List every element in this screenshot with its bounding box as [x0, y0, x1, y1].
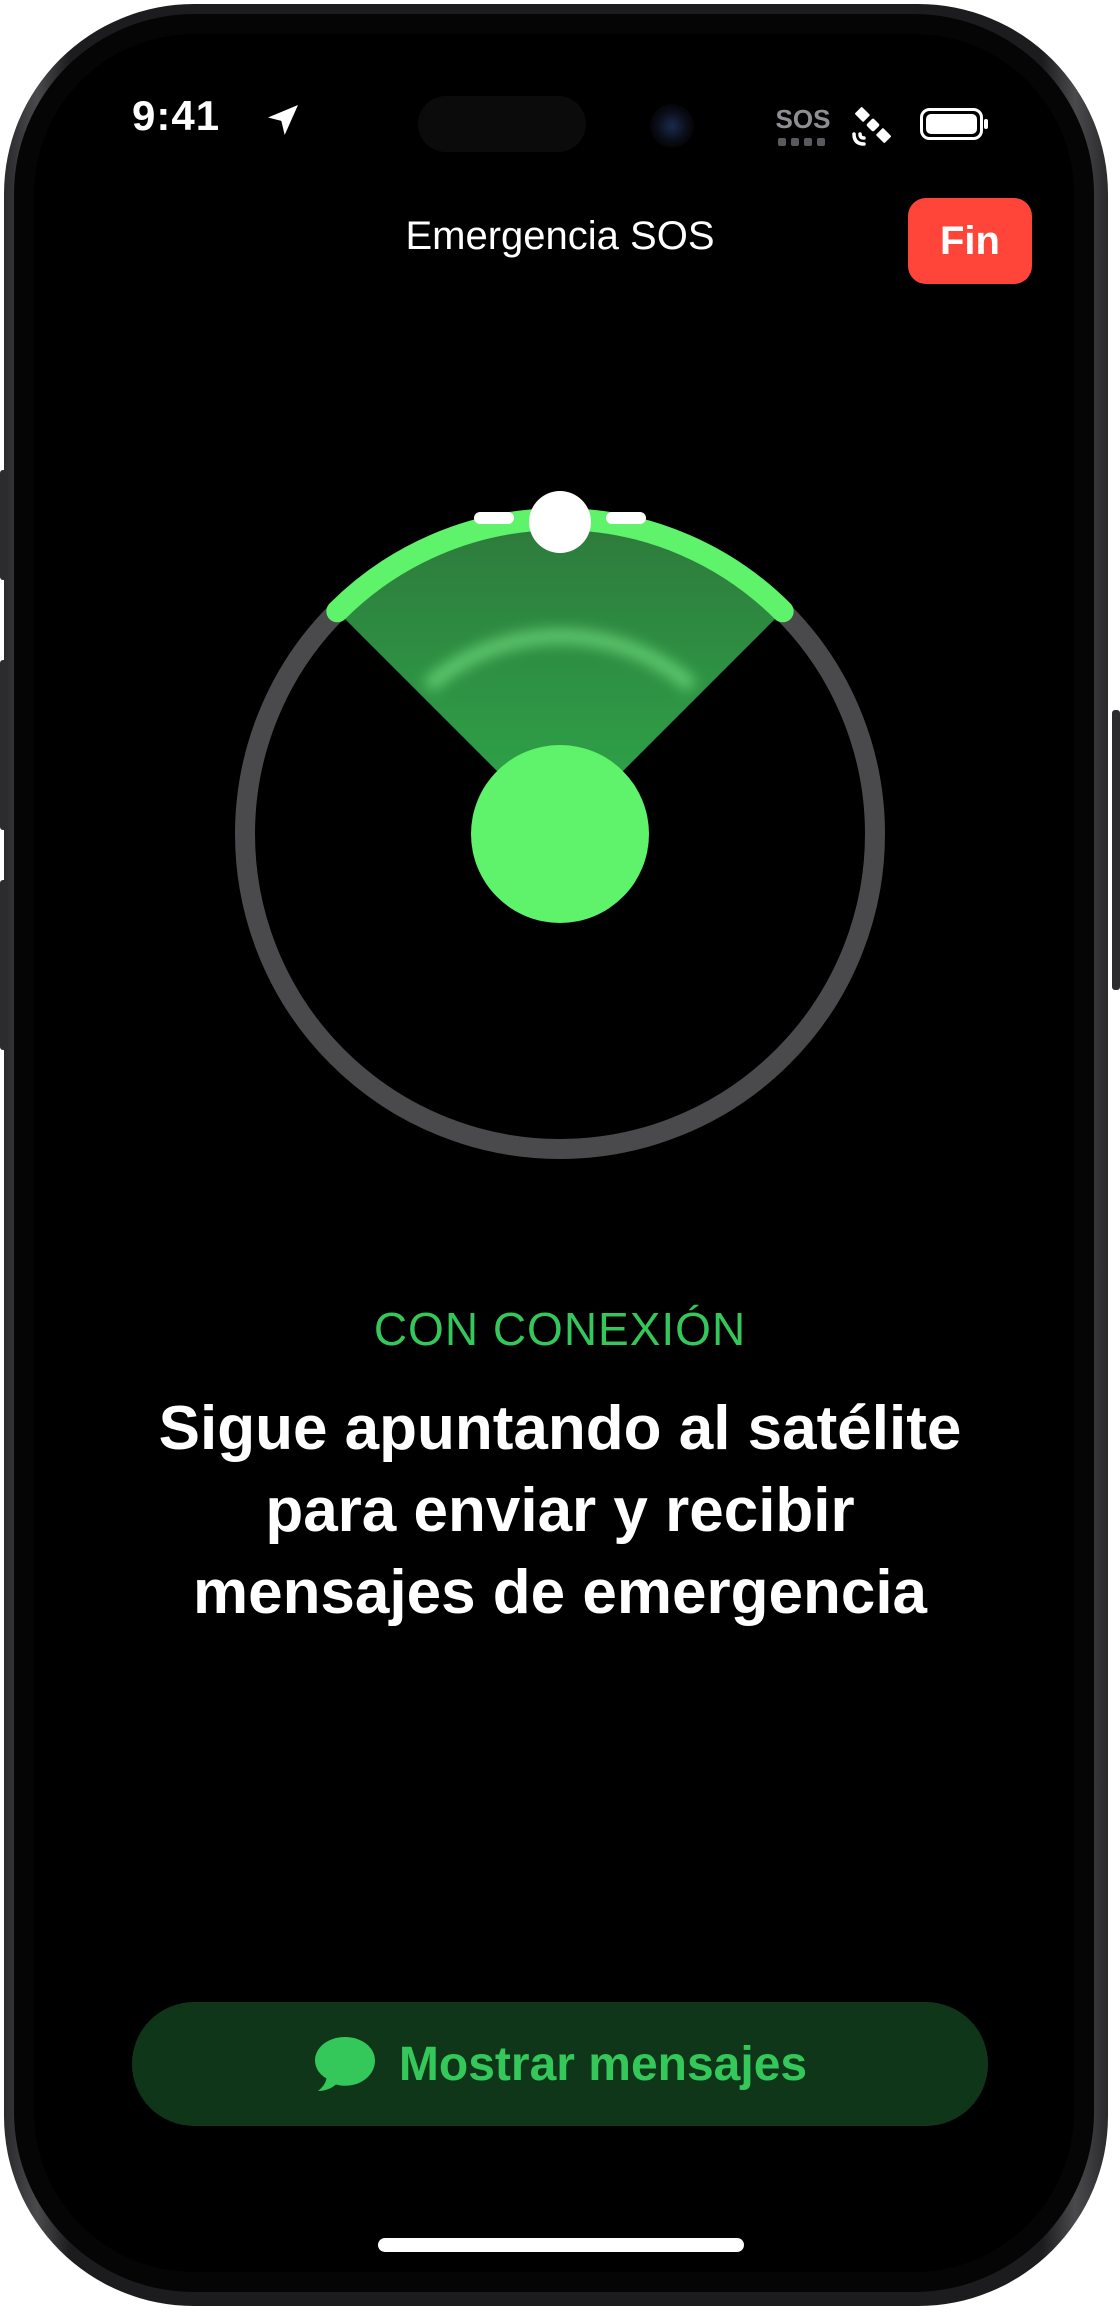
volume-down-button	[0, 880, 8, 1050]
volume-up-button	[0, 660, 8, 830]
message-bubble-icon	[314, 2037, 375, 2091]
power-button	[1112, 710, 1120, 990]
home-indicator[interactable]	[378, 2238, 744, 2252]
location-arrow-icon	[268, 105, 298, 135]
instruction-text: Sigue apuntando al satélite para enviar …	[80, 1388, 1040, 1634]
end-button[interactable]: Fin	[908, 198, 1032, 284]
connection-status: CON CONEXIÓN	[373, 1303, 747, 1355]
phone-device: 9:41 SOS Emergencia SOS Fin CON CONEXIÓN…	[0, 0, 1120, 2312]
sos-status-icon: SOS	[776, 104, 830, 146]
instruction-line-3: mensajes de emergencia	[192, 1558, 928, 1627]
status-time: 9:41	[132, 92, 221, 139]
action-button	[0, 470, 8, 580]
satellite-pointing-graphic	[235, 491, 885, 1159]
instruction-line-2: para enviar y recibir	[265, 1476, 855, 1545]
instruction-line-1: Sigue apuntando al satélite	[158, 1394, 962, 1463]
battery-icon	[920, 108, 988, 140]
satellite-icon	[852, 107, 891, 146]
front-camera	[650, 104, 694, 148]
target-mark-left	[474, 512, 514, 524]
show-messages-button[interactable]: Mostrar mensajes	[132, 2002, 988, 2126]
sos-status-label: SOS	[776, 104, 830, 134]
user-position-dot	[471, 745, 649, 923]
show-messages-label: Mostrar mensajes	[398, 2037, 808, 2091]
target-mark-right	[606, 512, 646, 524]
satellite-position-dot	[529, 491, 591, 553]
dynamic-island	[418, 96, 586, 152]
